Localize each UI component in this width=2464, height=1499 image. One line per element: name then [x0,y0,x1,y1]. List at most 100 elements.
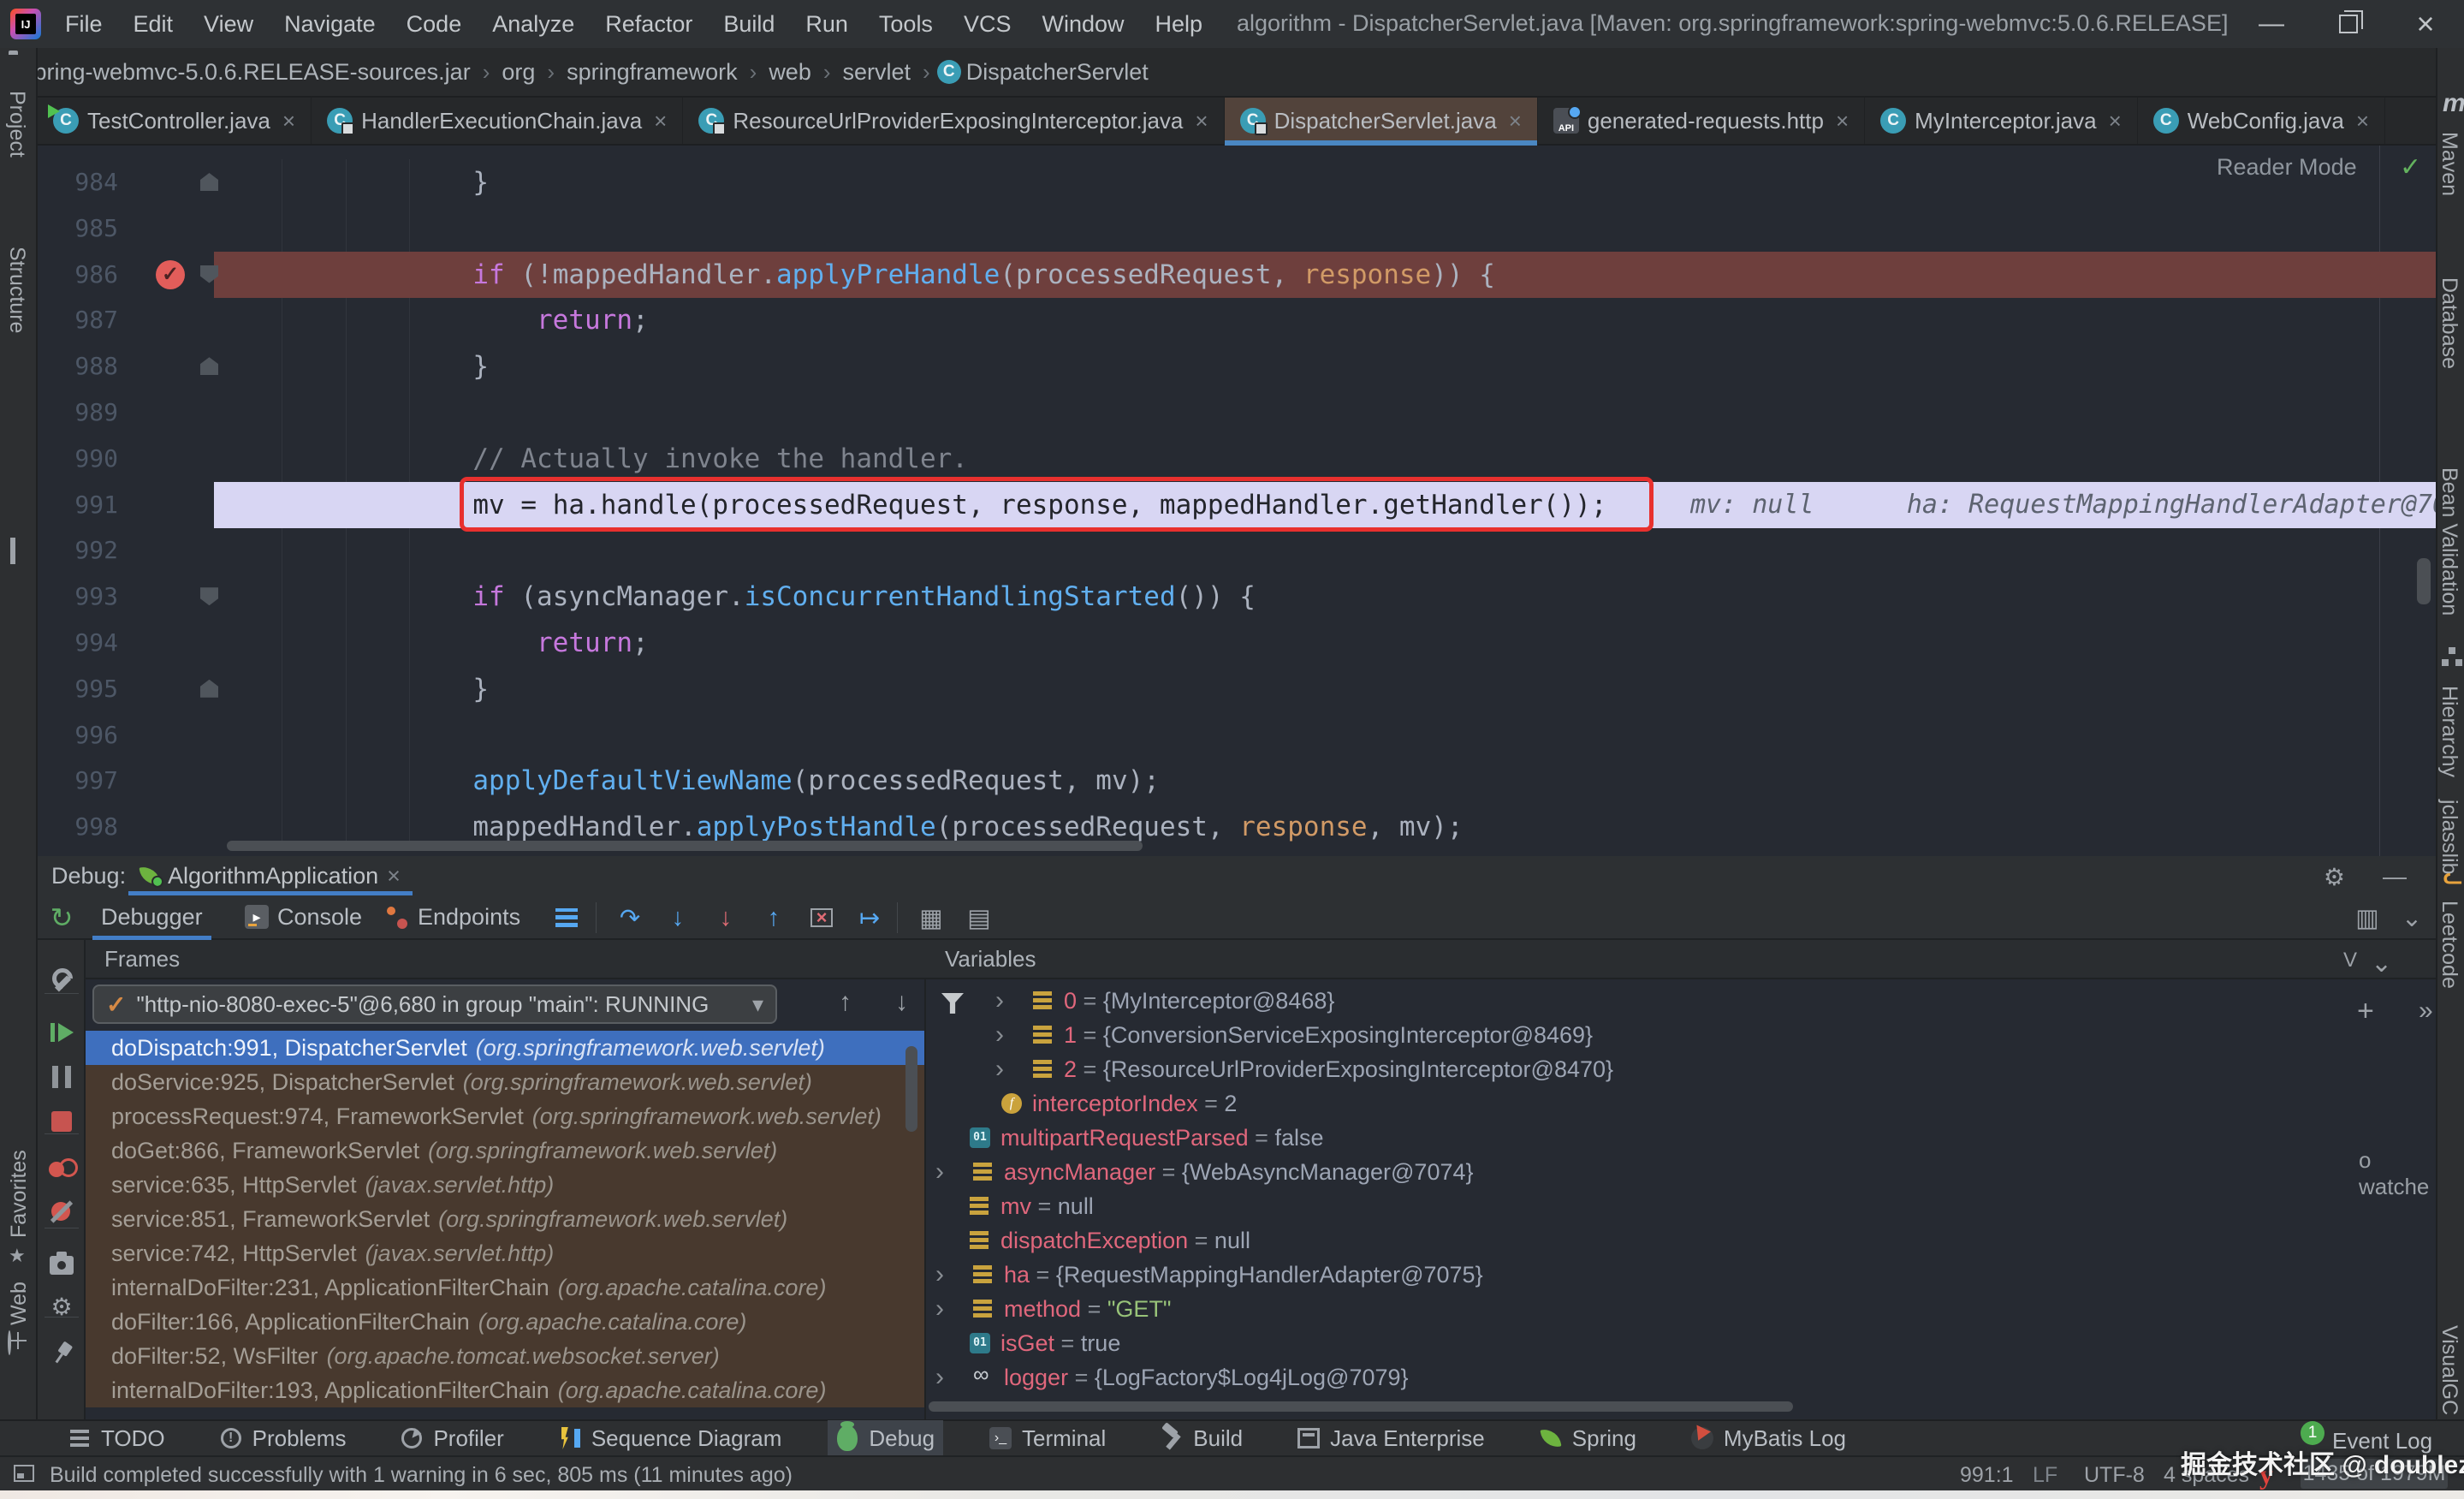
variables-scrollbar[interactable] [929,1401,1793,1412]
breadcrumb-item[interactable]: springframework [561,59,743,86]
tab-generated-requests.http[interactable]: APIgenerated-requests.http× [1538,98,1865,144]
stripe-web[interactable]: Web [7,1282,32,1325]
menu-code[interactable]: Code [395,8,474,41]
line-number[interactable]: 993 [38,574,118,620]
code-line-994[interactable]: 994return; [38,620,2436,666]
fold-marker-icon[interactable] [200,357,218,375]
code-line-997[interactable]: 997applyDefaultViewName(processedRequest… [38,758,2436,804]
line-number[interactable]: 988 [38,343,118,390]
close-button[interactable]: × [2387,0,2464,48]
expand-chevron-icon[interactable]: › [935,1292,944,1326]
tab-HandlerExecutionChain.java[interactable]: CHandlerExecutionChain.java× [312,98,683,144]
tab-ResourceUrlProviderExposingInterceptor.java[interactable]: CResourceUrlProviderExposingInterceptor.… [683,98,1224,144]
horizontal-scrollbar[interactable] [227,841,1143,851]
toolwindow-todo[interactable]: TODO [60,1420,174,1456]
close-icon[interactable]: × [654,108,667,134]
close-icon[interactable]: × [1836,108,1849,134]
code-line-996[interactable]: 996 [38,712,2436,758]
variable-row[interactable]: ›ha = {RequestMappingHandlerAdapter@7075… [924,1258,2436,1292]
variable-row[interactable]: ›method = "GET" [924,1292,2436,1326]
pin-icon[interactable] [38,1335,86,1370]
toolwindow-toggle-icon[interactable] [14,1465,34,1482]
stack-frame-row[interactable]: internalDoFilter:231, ApplicationFilterC… [86,1270,924,1305]
fold-marker-icon[interactable] [200,587,218,605]
line-number[interactable]: 994 [38,620,118,666]
toolwindow-spring[interactable]: Spring [1531,1420,1645,1456]
line-separator[interactable]: LF [2033,1463,2057,1488]
variable-row[interactable]: ›0 = {MyInterceptor@8468} [924,984,2436,1018]
expand-chevron-icon[interactable]: › [935,1360,944,1395]
tab-TestController.java[interactable]: CTestController.java× [38,98,312,144]
settings-gear-icon[interactable]: ⚙ [38,1289,86,1324]
stack-frame-row[interactable]: processRequest:974, FrameworkServlet(org… [86,1099,924,1133]
toolwindow-debug[interactable]: Debug [828,1420,943,1456]
expand-chevron-icon[interactable]: › [935,1155,944,1189]
file-encoding[interactable]: UTF-8 [2084,1463,2145,1488]
force-step-into-icon[interactable]: ↓ [707,901,745,935]
variable-row[interactable]: ›2 = {ResourceUrlProviderExposingInterce… [924,1052,2436,1086]
toolwindow-profiler[interactable]: Profiler [392,1420,512,1456]
line-number[interactable]: 985 [38,205,118,252]
line-number[interactable]: 986 [38,252,118,298]
step-over-icon[interactable]: ↷ [611,901,649,935]
close-icon[interactable]: × [387,863,401,889]
breadcrumb-item[interactable]: web [763,59,816,86]
close-icon[interactable]: × [1195,108,1208,134]
hide-panel-icon[interactable]: — [2383,863,2407,891]
tab-WebConfig.java[interactable]: CWebConfig.java× [2138,98,2385,144]
breakpoint-icon[interactable]: ✓ [156,260,185,289]
code-line-985[interactable]: 985 [38,205,2436,252]
variable-row[interactable]: 01multipartRequestParsed = false [924,1121,2436,1155]
tab-console[interactable]: ▸Console [236,895,371,938]
line-number[interactable]: 995 [38,666,118,712]
close-icon[interactable]: × [2109,108,2122,134]
variable-row[interactable]: dispatchException = null [924,1223,2436,1258]
stripe-visualgc[interactable]: VisualGC [2437,1325,2461,1415]
chevron-down-icon[interactable]: ⌄ [2371,949,2392,979]
stripe-maven[interactable]: Maven [2437,132,2461,196]
toolwindow-java-enterprise[interactable]: Java Enterprise [1289,1420,1493,1456]
watches-v-label[interactable]: V [2343,949,2357,973]
code-line-995[interactable]: 995} [38,666,2436,712]
close-icon[interactable]: × [1509,108,1522,134]
menu-build[interactable]: Build [711,8,787,41]
thread-dump-camera-icon[interactable] [38,1246,86,1281]
expand-chevron-icon[interactable]: › [995,1052,1004,1086]
line-number[interactable]: 990 [38,436,118,482]
thread-selector[interactable]: ✓ "http-nio-8080-exec-5"@6,680 in group … [92,984,777,1024]
step-into-icon[interactable]: ↓ [659,901,697,935]
variable-row[interactable]: finterceptorIndex = 2 [924,1086,2436,1121]
debug-session-tab[interactable]: AlgorithmApplication × [128,856,413,895]
line-number[interactable]: 987 [38,297,118,343]
mute-breakpoints-icon[interactable] [38,1195,86,1229]
breadcrumb-item[interactable]: DispatcherServlet [961,59,1154,86]
stack-frame-row[interactable]: internalDoFilter:193, ApplicationFilterC… [86,1373,924,1407]
variable-row[interactable]: ›1 = {ConversionServiceExposingIntercept… [924,1018,2436,1052]
code-line-986[interactable]: 986✓if (!mappedHandler.applyPreHandle(pr… [38,252,2436,298]
toolwindow-problems[interactable]: !Problems [211,1420,355,1456]
line-number[interactable]: 991 [38,482,118,528]
drop-frame-icon[interactable]: × [803,901,840,935]
line-number[interactable]: 998 [38,804,118,850]
stripe-database[interactable]: Database [2437,277,2461,369]
pause-icon[interactable] [38,1060,86,1094]
inspections-ok-icon[interactable]: ✓ [2400,152,2421,182]
line-number[interactable]: 997 [38,758,118,804]
code-line-991[interactable]: 991mv = ha.handle(processedRequest, resp… [38,482,2436,528]
settings-gear-icon[interactable]: ⚙ [2324,863,2345,891]
menu-view[interactable]: View [192,8,265,41]
breadcrumb-item[interactable]: org [496,59,540,86]
status-message[interactable]: Build completed successfully with 1 warn… [50,1463,793,1488]
line-number[interactable]: 984 [38,159,118,205]
variable-row[interactable]: mv = null [924,1189,2436,1223]
step-out-icon[interactable]: ↑ [755,901,793,935]
menu-refactor[interactable]: Refactor [593,8,704,41]
close-icon[interactable]: × [282,108,295,134]
resume-icon[interactable] [38,1015,86,1050]
stripe-project[interactable]: Project [4,91,29,158]
menu-run[interactable]: Run [793,8,860,41]
code-line-984[interactable]: 984} [38,159,2436,205]
toolwindow-mybatis-log[interactable]: MyBatis Log [1683,1420,1855,1456]
toolwindow-sequence-diagram[interactable]: Sequence Diagram [550,1420,791,1456]
frame-down-icon[interactable]: ↓ [895,988,908,1017]
